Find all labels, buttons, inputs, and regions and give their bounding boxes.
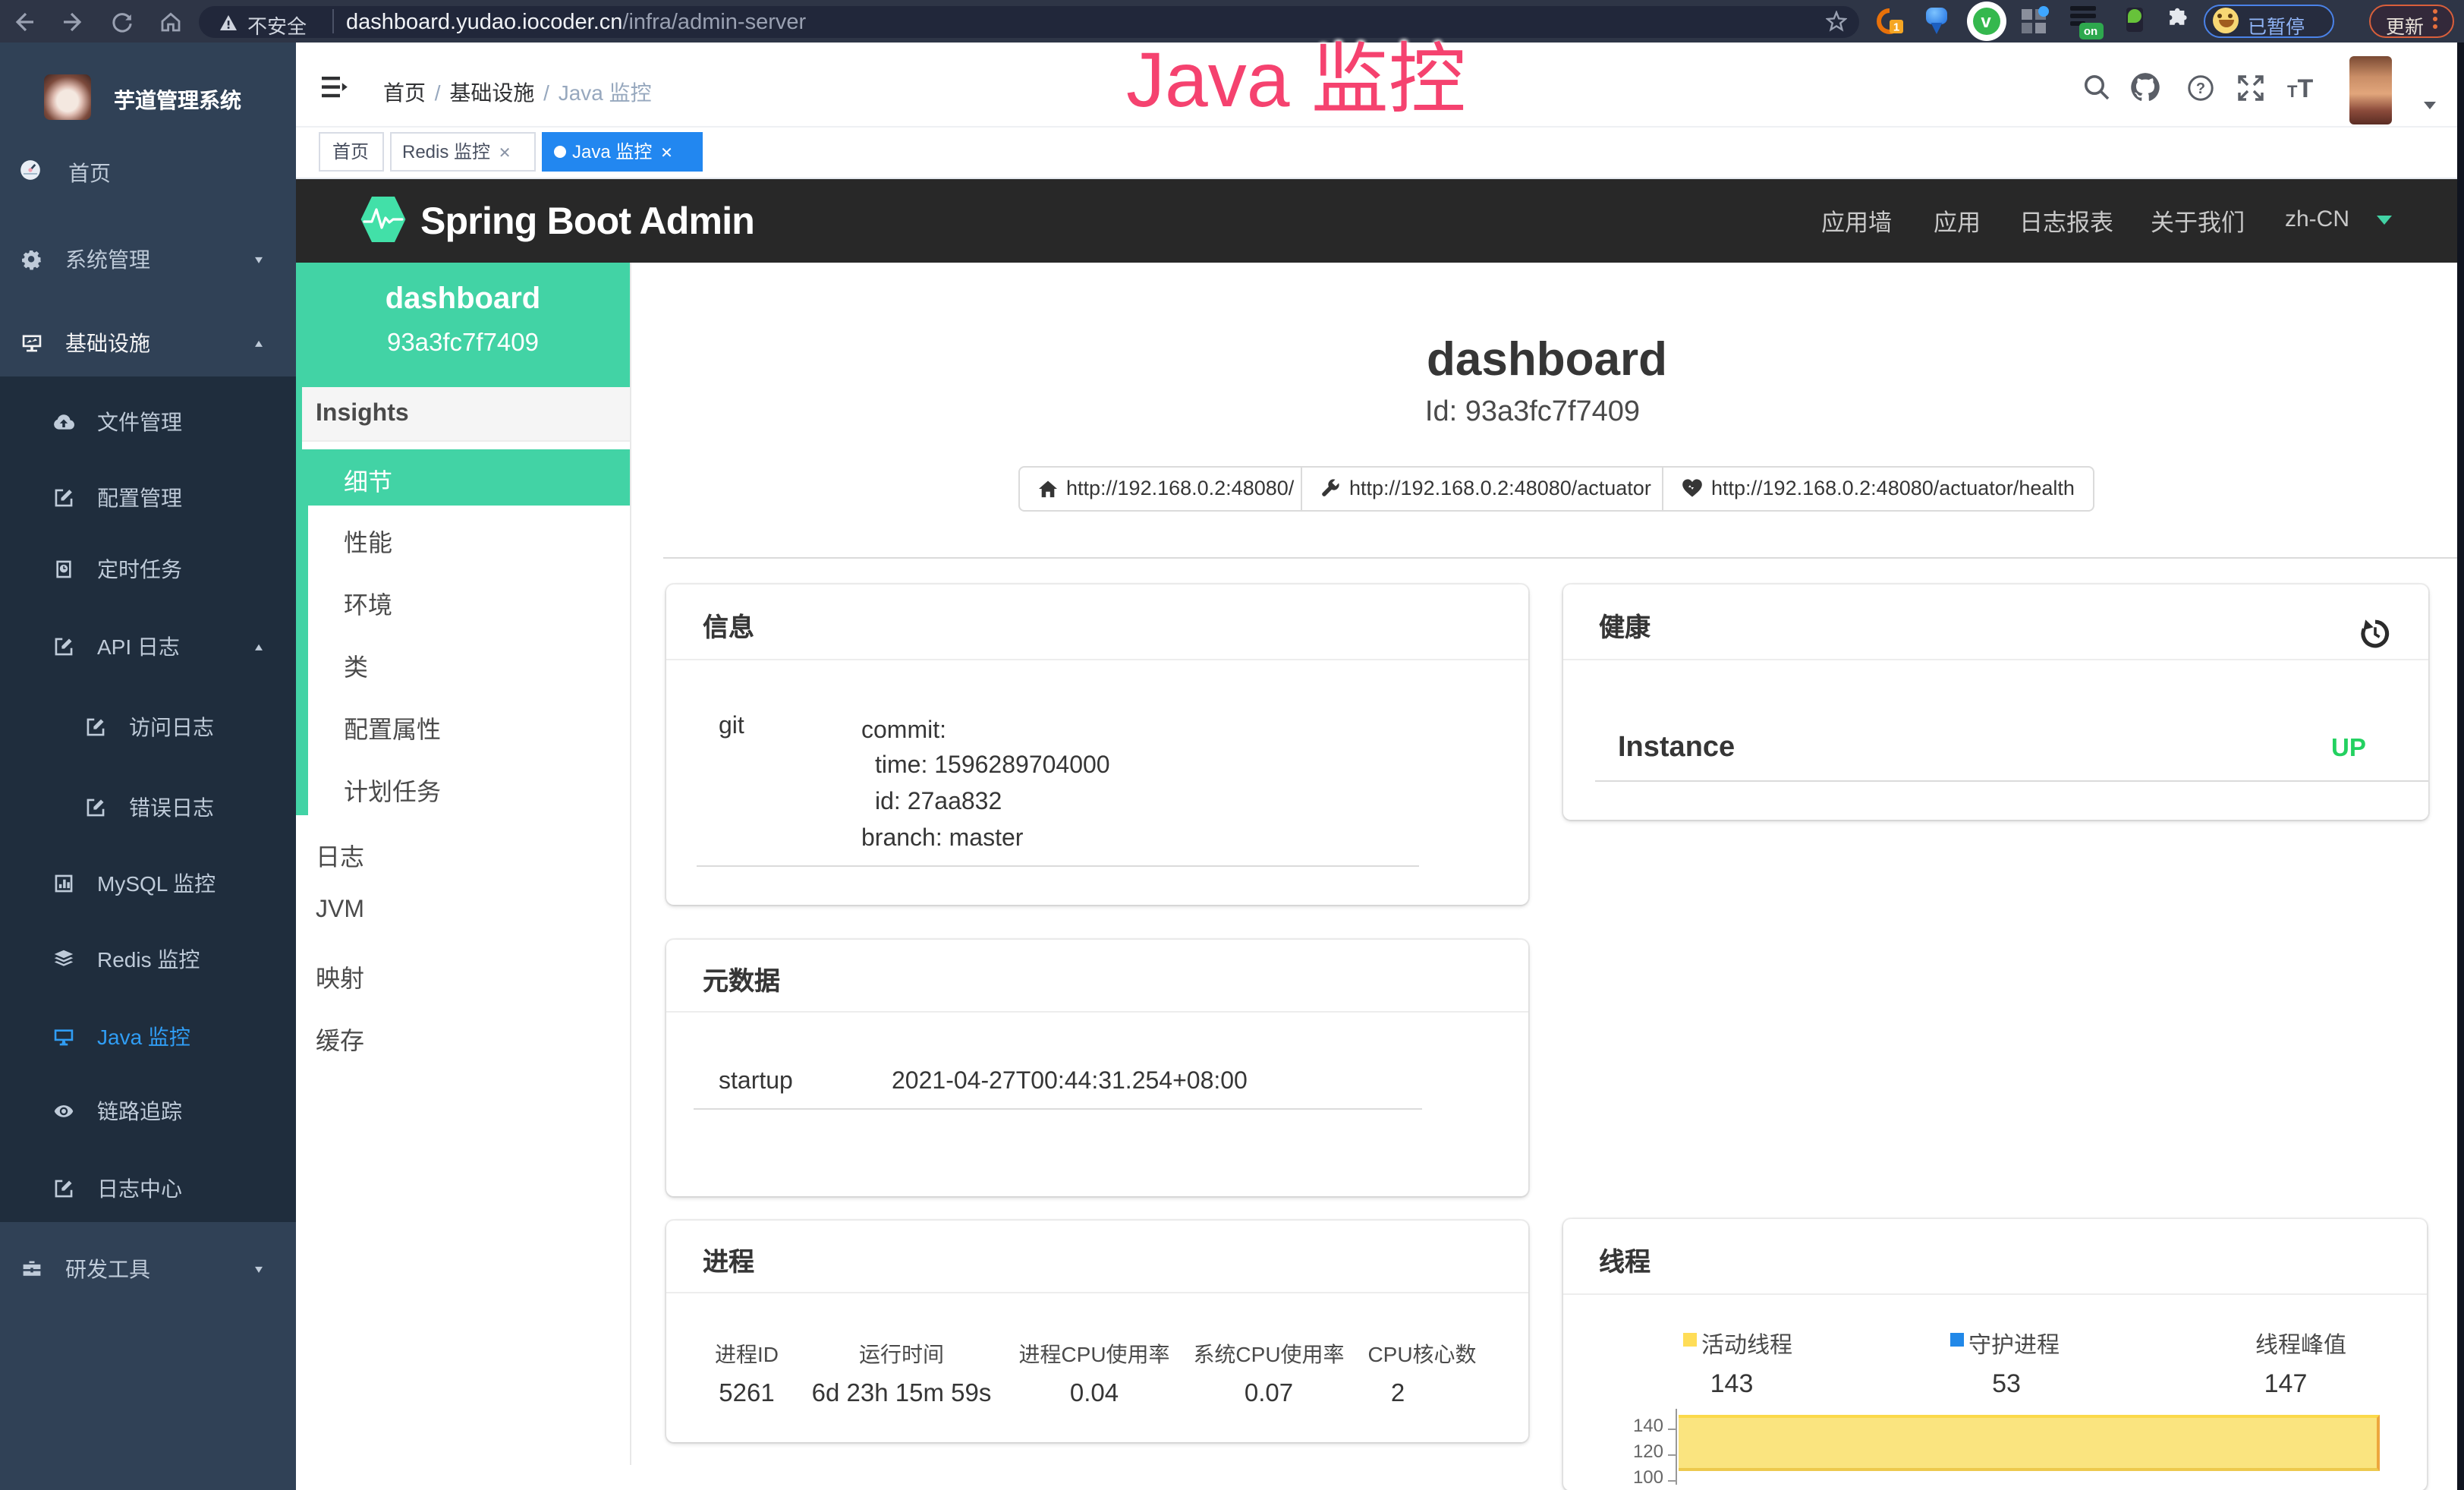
svg-text:1: 1 [1893, 20, 1899, 33]
svg-text:?: ? [2196, 80, 2205, 96]
